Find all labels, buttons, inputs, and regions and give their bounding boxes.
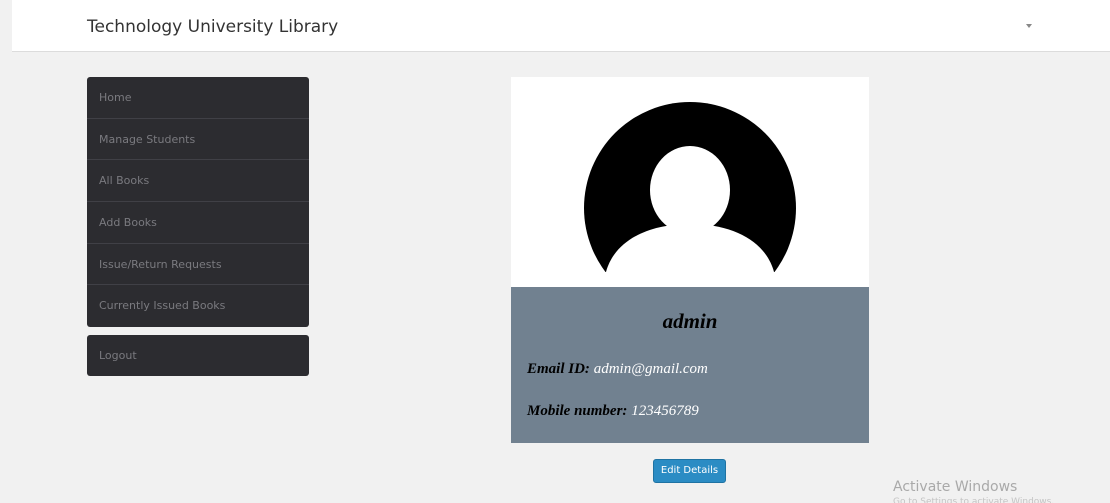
email-label: Email ID: (527, 361, 590, 377)
sidebar-item-home[interactable]: Home (87, 77, 309, 119)
activate-windows-title: Activate Windows (893, 479, 1018, 495)
user-avatar-icon (584, 102, 796, 272)
sidebar-item-issue-return-requests[interactable]: Issue/Return Requests (87, 244, 309, 286)
activate-windows-subtitle: Go to Settings to activate Windows. (893, 497, 1055, 503)
mobile-label: Mobile number: (527, 403, 628, 419)
mobile-value: 123456789 (631, 403, 699, 419)
profile-info-panel: admin Email ID: admin@gmail.com Mobile n… (511, 287, 869, 443)
brand-title[interactable]: Technology University Library (87, 17, 338, 37)
logout-button[interactable]: Logout (87, 335, 309, 376)
profile-card: admin Email ID: admin@gmail.com Mobile n… (511, 77, 869, 443)
profile-mobile-line: Mobile number: 123456789 (527, 403, 699, 420)
sidebar-item-manage-students[interactable]: Manage Students (87, 119, 309, 161)
sidebar-menu: Home Manage Students All Books Add Books… (87, 77, 309, 328)
profile-email-line: Email ID: admin@gmail.com (527, 361, 708, 378)
sidebar-item-all-books[interactable]: All Books (87, 160, 309, 203)
profile-name: admin (662, 309, 718, 333)
email-value: admin@gmail.com (593, 361, 708, 377)
caret-down-icon[interactable] (1026, 24, 1032, 28)
edit-details-button[interactable]: Edit Details (653, 459, 726, 483)
sidebar-item-currently-issued-books[interactable]: Currently Issued Books (87, 285, 309, 327)
top-navbar: Technology University Library (12, 0, 1110, 52)
sidebar-item-add-books[interactable]: Add Books (87, 202, 309, 244)
page: Technology University Library Home Manag… (0, 0, 1110, 503)
avatar-panel (511, 77, 869, 287)
